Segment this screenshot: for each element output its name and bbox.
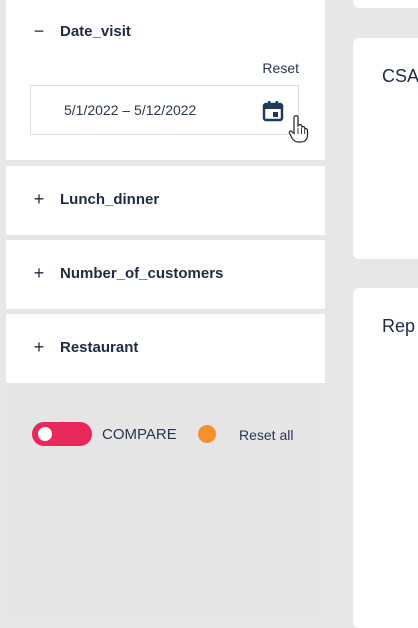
card-title: Rep — [382, 316, 416, 336]
filter-number-of-customers-header[interactable]: + Number_of_customers — [32, 264, 224, 282]
reset-button[interactable]: Reset — [262, 60, 299, 76]
filter-panel: − Date_visit Reset 5/1/2022 – 5/12/2022 — [6, 0, 325, 615]
filter-lunch-dinner[interactable]: + Lunch_dinner — [6, 166, 325, 235]
report-card: Rep — [353, 288, 418, 628]
filter-date-visit: − Date_visit Reset 5/1/2022 – 5/12/2022 — [6, 0, 325, 160]
top-card — [353, 0, 418, 8]
filter-restaurant-header[interactable]: + Restaurant — [32, 338, 139, 356]
date-range-input[interactable]: 5/1/2022 – 5/12/2022 — [30, 85, 309, 143]
date-range-value: 5/1/2022 – 5/12/2022 — [64, 102, 197, 118]
toggle-knob — [38, 427, 52, 441]
expand-icon[interactable]: + — [32, 264, 46, 282]
filter-restaurant[interactable]: + Restaurant — [6, 314, 325, 383]
calendar-icon[interactable] — [262, 100, 284, 127]
filter-restaurant-label: Restaurant — [60, 338, 139, 356]
card-title: CSA — [382, 66, 418, 86]
expand-icon[interactable]: + — [32, 190, 46, 208]
reset-all-button[interactable]: Reset all — [239, 427, 293, 443]
compare-row: COMPARE Reset all — [30, 420, 305, 450]
hand-cursor-icon — [288, 114, 310, 149]
compare-color-dot — [198, 425, 216, 443]
filter-lunch-dinner-header[interactable]: + Lunch_dinner — [32, 190, 159, 208]
filter-lunch-dinner-label: Lunch_dinner — [60, 190, 160, 208]
expand-icon[interactable]: + — [32, 338, 46, 356]
filter-number-of-customers-label: Number_of_customers — [60, 264, 224, 282]
collapse-icon[interactable]: − — [32, 22, 46, 40]
csat-card: CSA — [353, 38, 418, 259]
compare-toggle[interactable] — [32, 422, 92, 446]
compare-label: COMPARE — [102, 426, 177, 443]
filter-date-visit-label: Date_visit — [60, 22, 131, 40]
filter-number-of-customers[interactable]: + Number_of_customers — [6, 240, 325, 309]
filter-date-visit-header[interactable]: − Date_visit — [32, 22, 131, 40]
